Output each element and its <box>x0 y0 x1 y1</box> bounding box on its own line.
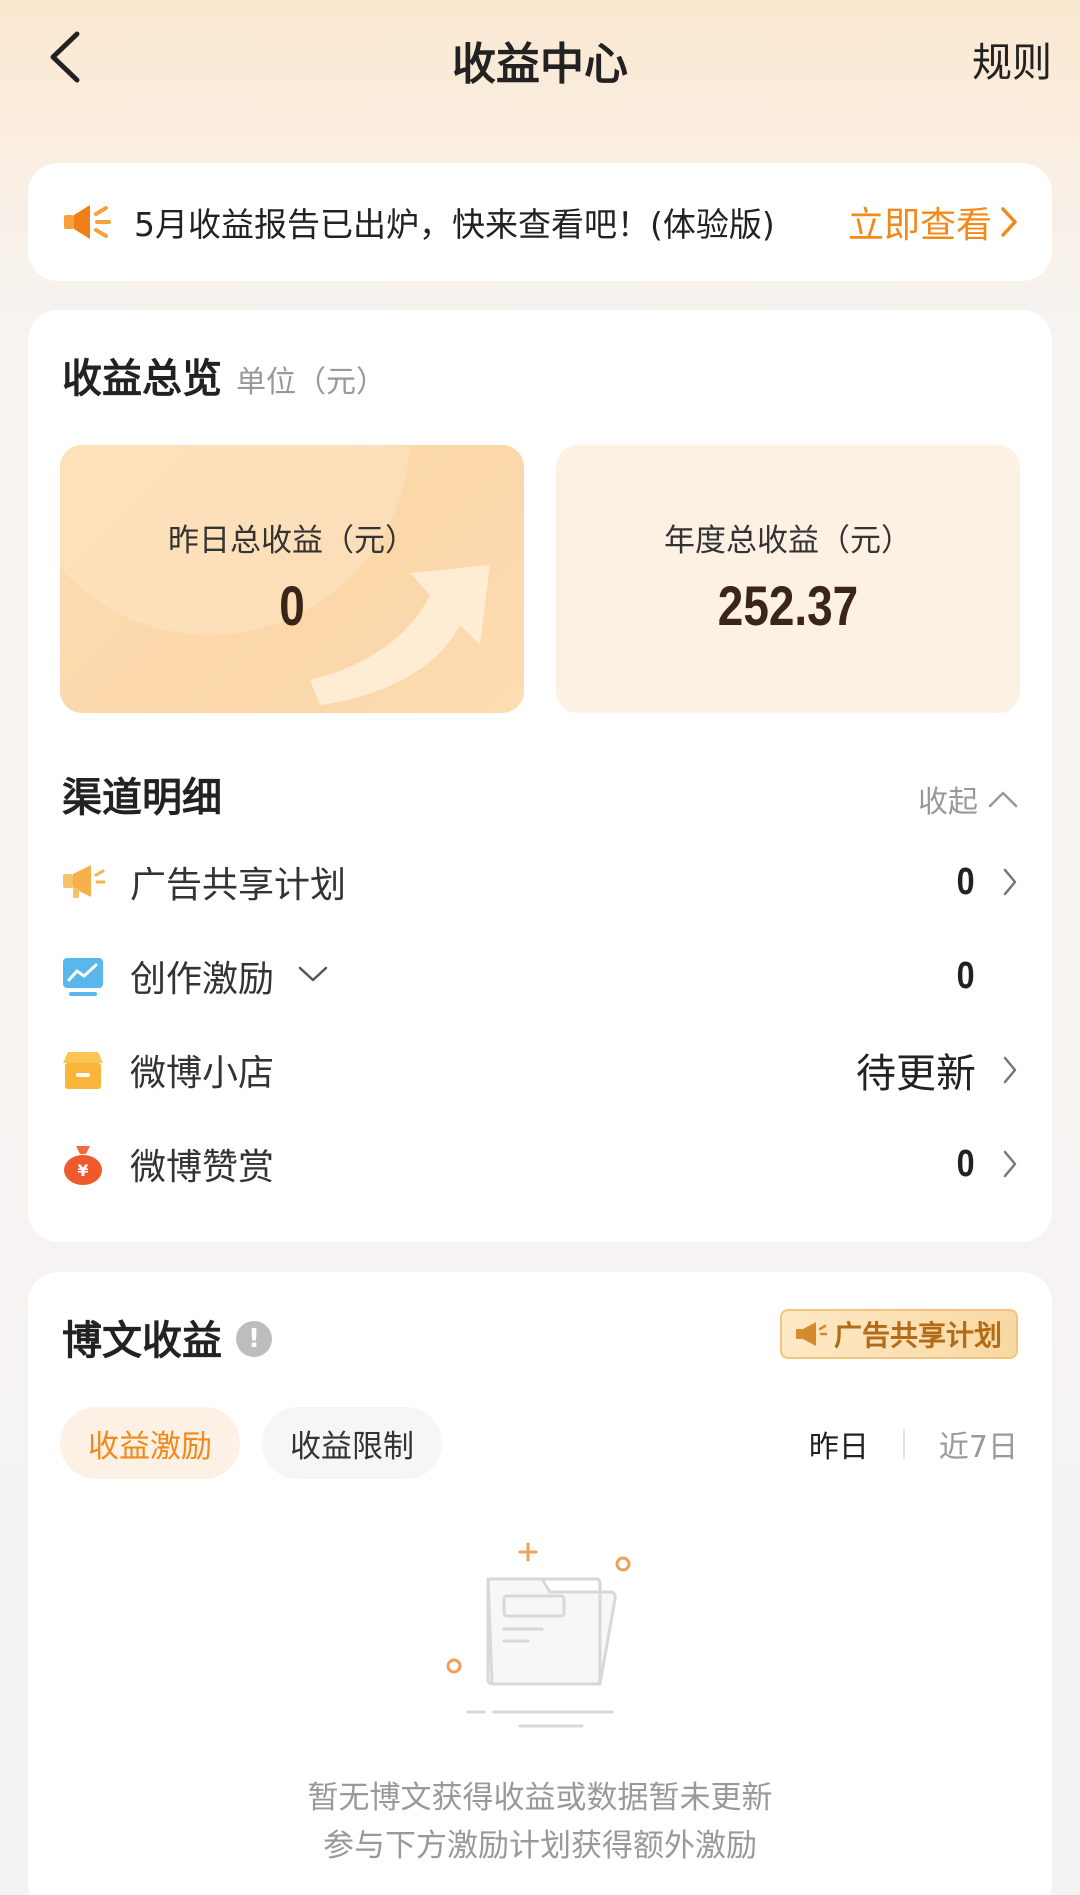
chevron-up-icon <box>988 791 1018 808</box>
report-notice-banner[interactable]: 5月收益报告已出炉，快来查看吧！(体验版) 立即查看 <box>28 163 1052 281</box>
yesterday-earnings-value: 0 <box>279 574 305 637</box>
view-now-link[interactable]: 立即查看 <box>848 196 1018 248</box>
channel-row-ad-share[interactable]: 广告共享计划 0 <box>60 842 1018 922</box>
channel-row-creation-incentive[interactable]: 创作激励 0 <box>60 936 1018 1016</box>
rules-link[interactable]: 规则 <box>972 30 1052 88</box>
megaphone-icon <box>60 859 106 905</box>
tab-earnings-limit[interactable]: 收益限制 <box>262 1407 442 1479</box>
post-earnings-heading: 博文收益! <box>62 1308 272 1366</box>
chevron-right-icon <box>988 867 1018 897</box>
speaker-icon <box>64 205 111 239</box>
range-tabs: 昨日 近7日 <box>809 1422 1018 1466</box>
post-earnings-card: 博文收益! 广告共享计划 收益激励 收益限制 昨日 近7日 暂无博文获得收益或数… <box>28 1272 1052 1895</box>
collapse-label: 收起 <box>918 785 978 820</box>
chevron-right-icon <box>1001 207 1017 237</box>
yesterday-earnings-label: 昨日总收益（元） <box>168 523 416 559</box>
money-bag-icon: ¥ <box>60 1141 106 1187</box>
range-divider <box>902 1429 905 1459</box>
ad-share-plan-label: 广告共享计划 <box>833 1319 1002 1352</box>
tab-earnings-incentive[interactable]: 收益激励 <box>60 1407 240 1479</box>
view-now-label: 立即查看 <box>847 205 992 246</box>
page-title: 收益中心 <box>452 39 628 90</box>
top-nav-bar: 收益中心 规则 <box>0 0 1080 115</box>
overview-unit: 单位（元） <box>236 365 386 400</box>
megaphone-icon <box>795 1322 828 1346</box>
earnings-overview-card: 收益总览 单位（元） 昨日总收益（元） 0 年度总收益（元） 252.37 渠道明… <box>28 310 1052 1242</box>
ad-share-plan-badge[interactable]: 广告共享计划 <box>779 1309 1018 1359</box>
notice-text: 5月收益报告已出炉，快来查看吧！(体验版) <box>134 205 775 244</box>
channel-value: 0 <box>956 860 975 903</box>
channel-label: 微博赞赏 <box>130 1147 275 1188</box>
channel-label: 广告共享计划 <box>130 865 347 906</box>
chevron-right-icon <box>988 1055 1018 1085</box>
chart-icon <box>60 953 106 999</box>
empty-message-line2: 参与下方激励计划获得额外激励 <box>323 1828 757 1864</box>
earnings-center-page: 收益中心 规则 5月收益报告已出炉，快来查看吧！(体验版) 立即查看 收益总览单… <box>0 0 1080 1895</box>
svg-text:¥: ¥ <box>77 1161 88 1180</box>
annual-earnings-label: 年度总收益（元） <box>664 523 912 559</box>
chevron-right-icon <box>988 1149 1018 1179</box>
annual-earnings-value: 252.37 <box>717 574 859 637</box>
empty-message-line1: 暂无博文获得收益或数据暂未更新 <box>307 1780 773 1816</box>
channel-label: 微博小店 <box>130 1053 275 1094</box>
channel-label: 创作激励 <box>130 959 275 1000</box>
shop-icon <box>60 1047 106 1093</box>
annual-earnings-box[interactable]: 年度总收益（元） 252.37 <box>556 445 1020 713</box>
range-tab-7days[interactable]: 近7日 <box>939 1422 1018 1466</box>
channel-value: 0 <box>956 954 975 997</box>
overview-heading: 收益总览 单位（元） <box>62 346 386 404</box>
channel-detail-title: 渠道明细 <box>62 775 222 821</box>
channel-value: 待更新 <box>856 1051 976 1097</box>
collapse-button[interactable]: 收起 <box>918 777 1018 821</box>
channel-detail-header: 渠道明细 收起 <box>62 765 1018 825</box>
yesterday-earnings-box[interactable]: 昨日总收益（元） 0 <box>60 445 524 713</box>
range-tab-yesterday[interactable]: 昨日 <box>809 1422 869 1466</box>
chevron-down-icon[interactable] <box>298 965 328 987</box>
channel-row-weibo-tip[interactable]: ¥ 微博赞赏 0 <box>60 1124 1018 1204</box>
post-earnings-title: 博文收益 <box>62 1318 222 1364</box>
overview-title: 收益总览 <box>62 356 222 402</box>
channel-row-weibo-shop[interactable]: 微博小店 待更新 <box>60 1030 1018 1110</box>
empty-folder-icon <box>446 1542 631 1728</box>
channel-value: 0 <box>956 1142 975 1185</box>
info-icon[interactable]: ! <box>236 1321 272 1357</box>
